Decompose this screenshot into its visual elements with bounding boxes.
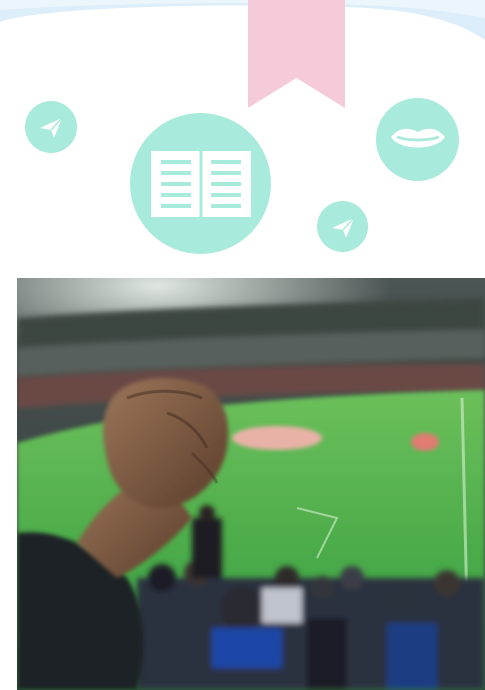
top-wave-band bbox=[0, 0, 485, 40]
open-book-icon bbox=[130, 113, 271, 254]
fan-raised-fist-stadium-photo bbox=[17, 278, 485, 690]
bookmark-ribbon-icon bbox=[248, 0, 345, 108]
paper-plane-icon bbox=[25, 101, 77, 153]
paper-plane-icon bbox=[317, 201, 368, 252]
lips-icon bbox=[376, 98, 459, 181]
